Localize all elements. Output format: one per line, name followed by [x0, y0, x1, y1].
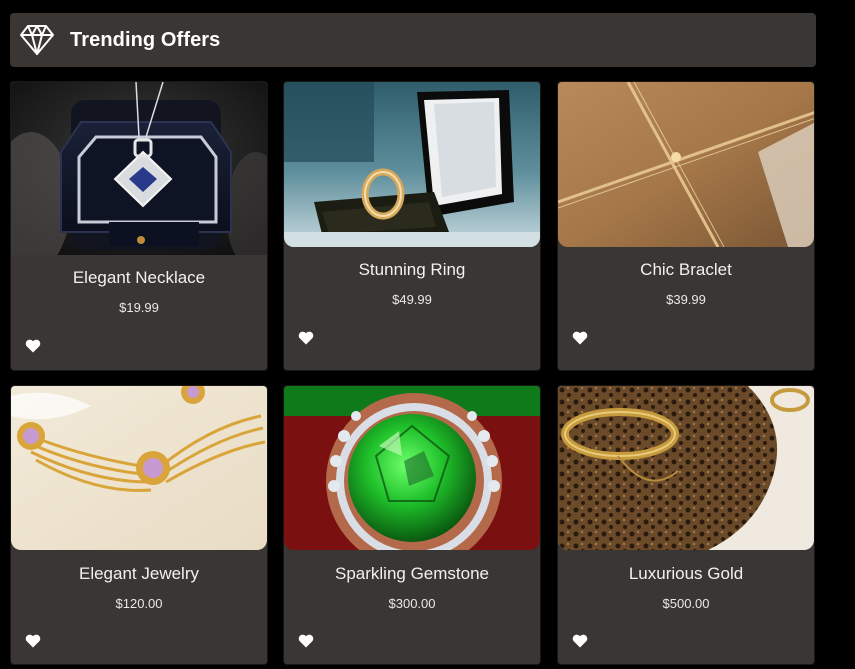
product-card[interactable]: Luxurious Gold $500.00 — [557, 385, 815, 665]
heart-icon[interactable] — [572, 331, 588, 345]
product-price: $19.99 — [119, 300, 159, 315]
product-name: Elegant Jewelry — [78, 564, 199, 583]
heart-icon[interactable] — [572, 634, 588, 648]
product-card[interactable]: Sparkling Gemstone $300.00 — [283, 385, 541, 665]
product-name: Stunning Ring — [358, 260, 466, 279]
product-card[interactable]: Elegant Necklace $19.99 — [10, 81, 268, 371]
product-image-gold[interactable] — [558, 386, 814, 550]
product-card[interactable]: Chic Braclet $39.99 — [557, 81, 815, 371]
heart-icon[interactable] — [298, 331, 314, 345]
product-price: $39.99 — [666, 292, 706, 307]
section-header: Trending Offers — [10, 13, 816, 67]
product-price: $120.00 — [115, 596, 163, 611]
trending-offers-page: Trending Offers Elegant Necklace $19.99 … — [0, 0, 855, 669]
heart-icon[interactable] — [25, 634, 41, 648]
product-name: Chic Braclet — [640, 260, 732, 279]
product-name: Sparkling Gemstone — [334, 564, 490, 583]
heart-icon[interactable] — [298, 634, 314, 648]
product-name: Elegant Necklace — [72, 268, 206, 287]
product-price: $49.99 — [392, 292, 432, 307]
product-card[interactable]: Stunning Ring $49.99 — [283, 81, 541, 371]
product-price: $300.00 — [388, 596, 436, 611]
product-image-bracelet[interactable] — [558, 82, 814, 247]
product-image-gemstone[interactable] — [284, 386, 540, 550]
heart-icon[interactable] — [25, 339, 41, 353]
product-image-ring[interactable] — [284, 82, 540, 247]
product-name: Luxurious Gold — [628, 564, 744, 583]
page-title: Trending Offers — [70, 28, 221, 51]
product-image-jewelry[interactable] — [11, 386, 267, 550]
diamond-icon — [18, 21, 56, 59]
product-card[interactable]: Elegant Jewelry $120.00 — [10, 385, 268, 665]
product-image-necklace[interactable] — [11, 82, 267, 255]
product-price: $500.00 — [662, 596, 710, 611]
